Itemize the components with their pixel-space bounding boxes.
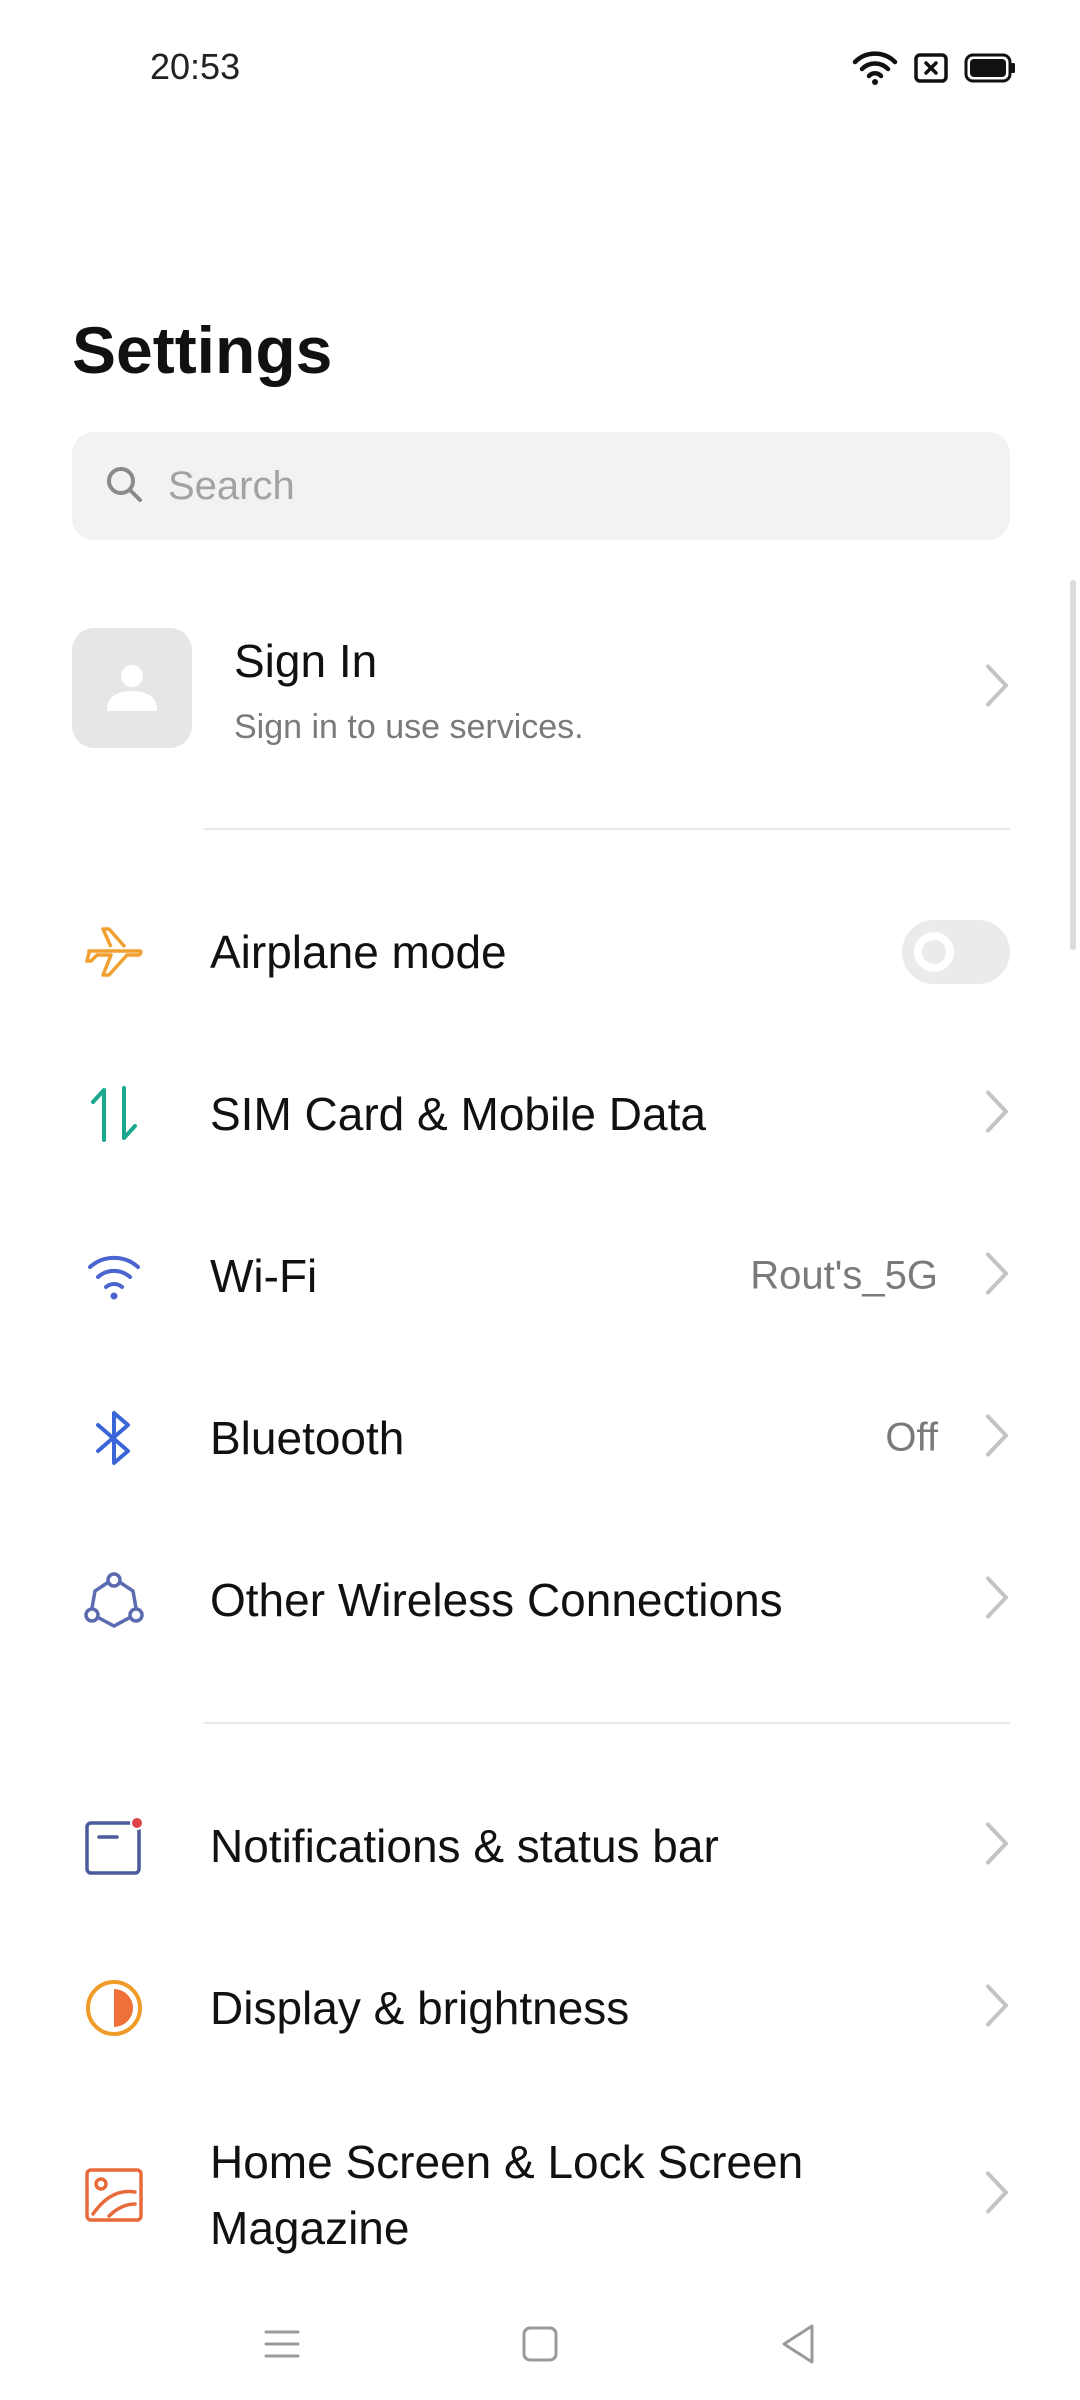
chevron-right-icon: [984, 663, 1010, 714]
search-icon: [72, 464, 144, 509]
chevron-right-icon: [984, 1983, 1010, 2034]
display-brightness-row[interactable]: Display & brightness: [72, 1948, 1010, 2068]
airplane-icon: [82, 920, 146, 984]
sign-in-title: Sign In: [234, 635, 378, 687]
display-brightness-label: Display & brightness: [210, 1982, 630, 2034]
bluetooth-label: Bluetooth: [210, 1412, 405, 1464]
home-lock-screen-label: Home Screen & Lock Screen Magazine: [210, 2136, 804, 2254]
wifi-network-name: Rout's_5G: [750, 1253, 938, 1298]
wifi-row[interactable]: Wi-Fi Rout's_5G: [72, 1216, 1010, 1336]
sim-card-label: SIM Card & Mobile Data: [210, 1088, 706, 1140]
wifi-icon: [852, 50, 898, 86]
search-box[interactable]: [72, 432, 1010, 540]
notifications-row[interactable]: Notifications & status bar: [72, 1786, 1010, 1906]
bluetooth-row[interactable]: Bluetooth Off: [72, 1378, 1010, 1498]
brightness-icon: [82, 1976, 146, 2040]
person-icon: [107, 665, 157, 711]
navigation-bar: [0, 2290, 1080, 2400]
section-divider: [204, 828, 1010, 830]
home-icon[interactable]: [510, 2314, 570, 2374]
page-title: Settings: [72, 313, 333, 387]
notifications-label: Notifications & status bar: [210, 1820, 719, 1872]
airplane-mode-label: Airplane mode: [210, 926, 507, 978]
wallpaper-icon: [82, 2163, 146, 2227]
toggle-knob: [914, 932, 954, 972]
sim-card-row[interactable]: SIM Card & Mobile Data: [72, 1054, 1010, 1174]
scrollbar[interactable]: [1070, 580, 1076, 950]
avatar: [72, 628, 192, 748]
notification-icon: [82, 1814, 146, 1878]
bluetooth-icon: [82, 1406, 146, 1470]
bluetooth-status: Off: [885, 1415, 938, 1460]
wifi-icon: [82, 1244, 146, 1308]
connections-icon: [82, 1568, 146, 1632]
status-icons: [852, 50, 1016, 86]
other-wireless-label: Other Wireless Connections: [210, 1574, 783, 1626]
chevron-right-icon: [984, 2170, 1010, 2221]
data-arrows-icon: [82, 1082, 146, 1146]
airplane-mode-toggle[interactable]: [902, 920, 1010, 984]
menu-icon[interactable]: [252, 2314, 312, 2374]
section-divider: [204, 1722, 1010, 1724]
chevron-right-icon: [984, 1821, 1010, 1872]
chevron-right-icon: [984, 1413, 1010, 1464]
status-time: 20:53: [150, 46, 241, 87]
other-wireless-row[interactable]: Other Wireless Connections: [72, 1540, 1010, 1660]
search-input[interactable]: [166, 462, 970, 510]
airplane-mode-row[interactable]: Airplane mode: [72, 892, 1010, 1012]
chevron-right-icon: [984, 1251, 1010, 1302]
chevron-right-icon: [984, 1089, 1010, 1140]
home-lock-screen-row[interactable]: Home Screen & Lock Screen Magazine: [72, 2110, 1010, 2280]
sign-in-subtitle: Sign in to use services.: [234, 708, 584, 746]
wifi-label: Wi-Fi: [210, 1250, 318, 1302]
chevron-right-icon: [984, 1575, 1010, 1626]
sim-off-icon: [914, 53, 948, 83]
back-icon[interactable]: [768, 2314, 828, 2374]
battery-icon: [964, 53, 1016, 83]
status-bar: 20:53: [0, 0, 1080, 120]
sign-in-row[interactable]: Sign In Sign in to use services.: [72, 626, 1010, 750]
